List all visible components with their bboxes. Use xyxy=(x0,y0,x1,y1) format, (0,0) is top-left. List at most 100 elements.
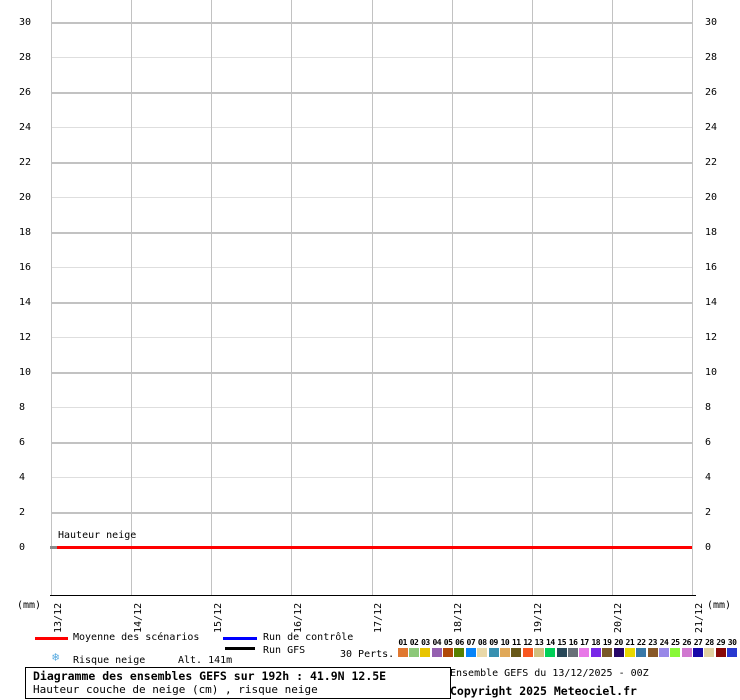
y-axis-label-left: 8 xyxy=(19,401,26,413)
pert-color-swatch xyxy=(545,648,556,657)
y-axis-label-left: 20 xyxy=(19,191,32,203)
copyright-label: Copyright 2025 Meteociel.fr xyxy=(450,684,637,698)
legend-control-label: Run de contrôle xyxy=(263,632,354,643)
pert-color-swatch xyxy=(409,648,420,657)
series-line-mean xyxy=(57,546,692,549)
y-axis-label-left: 2 xyxy=(19,506,26,518)
y-axis-label-left: 6 xyxy=(19,436,26,448)
y-axis-label-right: 24 xyxy=(705,121,718,133)
y-axis-label-right: 2 xyxy=(705,506,712,518)
pert-number-label: 10 xyxy=(500,638,510,647)
pert-color-swatch xyxy=(704,648,715,657)
pert-color-swatch xyxy=(693,648,704,657)
y-axis-label-right: 20 xyxy=(705,191,718,203)
chart-plot-area: 0 0 2 2 4 4 6 6 8 8 10 10 12 12 14 14 16 16 18 18 20 20 22 22 24… xyxy=(0,0,740,700)
grid-line-vertical xyxy=(692,0,693,595)
pert-number-label: 13 xyxy=(534,638,544,647)
x-axis-date-label: 18/12 xyxy=(453,602,465,633)
pert-color-swatch xyxy=(465,648,476,657)
y-axis-label-right: 14 xyxy=(705,296,718,308)
y-axis-label-right: 16 xyxy=(705,261,718,273)
y-axis-label-right: 18 xyxy=(705,226,718,238)
series-annotation: Hauteur neige xyxy=(58,530,137,541)
pert-number-label: 24 xyxy=(659,638,669,647)
pert-color-swatch xyxy=(647,648,658,657)
pert-number-label: 30 xyxy=(727,638,737,647)
pert-color-swatch xyxy=(443,648,454,657)
pert-color-swatch xyxy=(454,648,465,657)
y-axis-label-left: 16 xyxy=(19,261,32,273)
pert-color-swatch xyxy=(431,648,442,657)
y-axis-label-left: 18 xyxy=(19,226,32,238)
y-axis-label-right: 28 xyxy=(705,51,718,63)
pert-number-label: 05 xyxy=(443,638,453,647)
x-axis-date-label: 13/12 xyxy=(52,602,64,633)
pert-color-swatch xyxy=(579,648,590,657)
pert-number-label: 08 xyxy=(477,638,487,647)
pert-number-label: 11 xyxy=(511,638,521,647)
y-axis-label-left: 4 xyxy=(19,471,26,483)
pert-number-label: 25 xyxy=(670,638,680,647)
grid-line-vertical xyxy=(611,0,613,595)
pert-number-label: 14 xyxy=(546,638,555,647)
legend-control-line-swatch xyxy=(223,637,257,640)
pert-number-label: 26 xyxy=(682,638,691,647)
pert-color-swatch xyxy=(568,648,579,657)
pert-number-label: 04 xyxy=(432,638,442,647)
legend-gfs-label: Run GFS xyxy=(263,645,306,656)
y-axis-label-left: 12 xyxy=(19,331,32,343)
pert-number-label: 06 xyxy=(455,638,464,647)
pert-number-label: 29 xyxy=(716,638,726,647)
pert-color-swatch xyxy=(511,648,522,657)
y-axis-label-left: 24 xyxy=(19,121,32,133)
x-axis-line xyxy=(50,595,696,596)
grid-line-vertical xyxy=(211,0,213,595)
y-axis-label-right: 4 xyxy=(705,471,712,483)
legend-risk-label: Risque neige xyxy=(73,655,146,666)
grid-line-vertical xyxy=(371,0,373,595)
pert-color-swatch xyxy=(624,648,635,657)
y-axis-label-right: 26 xyxy=(705,86,718,98)
grid-line-vertical xyxy=(531,0,533,595)
pert-number-label: 16 xyxy=(568,638,578,647)
legend-mean-line-swatch xyxy=(35,637,68,640)
pert-color-swatch xyxy=(613,648,624,657)
pert-number-label: 07 xyxy=(466,638,476,647)
y-axis-label-left: 26 xyxy=(19,86,32,98)
grid-line-vertical xyxy=(451,0,453,595)
legend-gfs-line-swatch xyxy=(225,647,255,650)
x-axis-date-label: 16/12 xyxy=(292,602,304,633)
altitude-label: Alt. 141m xyxy=(178,655,233,666)
pert-number-label: 23 xyxy=(648,638,657,647)
y-axis-label-right: 8 xyxy=(705,401,712,413)
legend-mean-label: Moyenne des scénarios xyxy=(73,632,200,643)
pert-color-swatch xyxy=(727,648,738,657)
y-axis-label-left: 22 xyxy=(19,156,32,168)
pert-number-label: 12 xyxy=(523,638,532,647)
chart-title: Diagramme des ensembles GEFS sur 192h : … xyxy=(33,669,387,683)
grid-line-vertical xyxy=(131,0,133,595)
pert-color-swatch xyxy=(477,648,488,657)
pert-number-label: 22 xyxy=(636,638,646,647)
pert-number-label: 20 xyxy=(614,638,623,647)
pert-color-swatch xyxy=(658,648,669,657)
x-axis-date-label: 14/12 xyxy=(132,602,144,633)
x-axis-date-label: 19/12 xyxy=(533,602,545,633)
ensemble-chart-screen: 0 0 2 2 4 4 6 6 8 8 10 10 12 12 14 14 16 16 18 18 20 20 22 22 24… xyxy=(0,0,740,700)
pert-number-label: 02 xyxy=(409,638,419,647)
y-axis-label-right: 6 xyxy=(705,436,712,448)
snowflake-icon: ❄ xyxy=(52,650,60,664)
pert-color-swatch xyxy=(488,648,499,657)
pert-color-swatch xyxy=(590,648,601,657)
y-axis-label-left: 0 xyxy=(19,541,26,553)
grid-line-vertical xyxy=(291,0,293,595)
pert-color-swatch xyxy=(522,648,533,657)
chart-subtitle: Hauteur couche de neige (cm) , risque ne… xyxy=(33,683,318,696)
pert-number-label: 28 xyxy=(705,638,714,647)
pert-color-swatch xyxy=(681,648,692,657)
pert-color-swatch xyxy=(715,648,726,657)
y-axis-label-right: 0 xyxy=(705,541,712,553)
pert-color-swatch xyxy=(602,648,613,657)
chart-title-box: Diagramme des ensembles GEFS sur 192h : … xyxy=(25,667,451,699)
x-axis-date-label: 17/12 xyxy=(373,602,384,633)
